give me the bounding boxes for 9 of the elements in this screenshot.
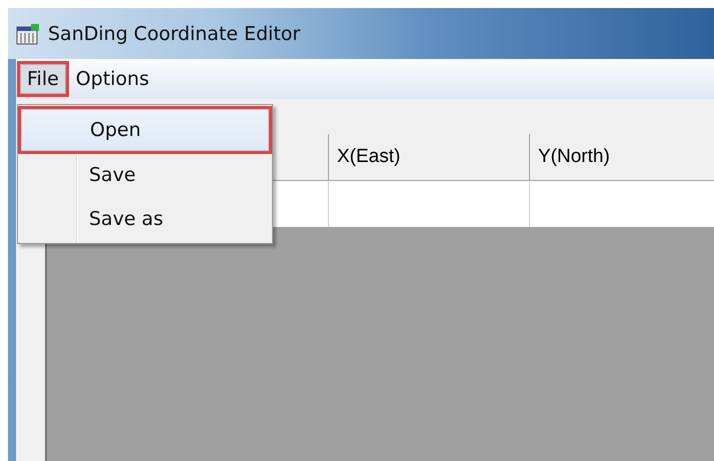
menu-item[interactable]: Open: [21, 109, 269, 151]
column-header: X(East): [329, 134, 530, 181]
window-title: SanDing Coordinate Editor: [48, 22, 300, 44]
menu-item[interactable]: File: [20, 64, 66, 94]
menu-item[interactable]: Save: [21, 155, 269, 195]
menu-item[interactable]: Options: [70, 65, 156, 93]
column-header: Y(North): [530, 134, 714, 181]
app-icon: [16, 22, 40, 44]
menu-item[interactable]: Save as: [21, 199, 269, 239]
